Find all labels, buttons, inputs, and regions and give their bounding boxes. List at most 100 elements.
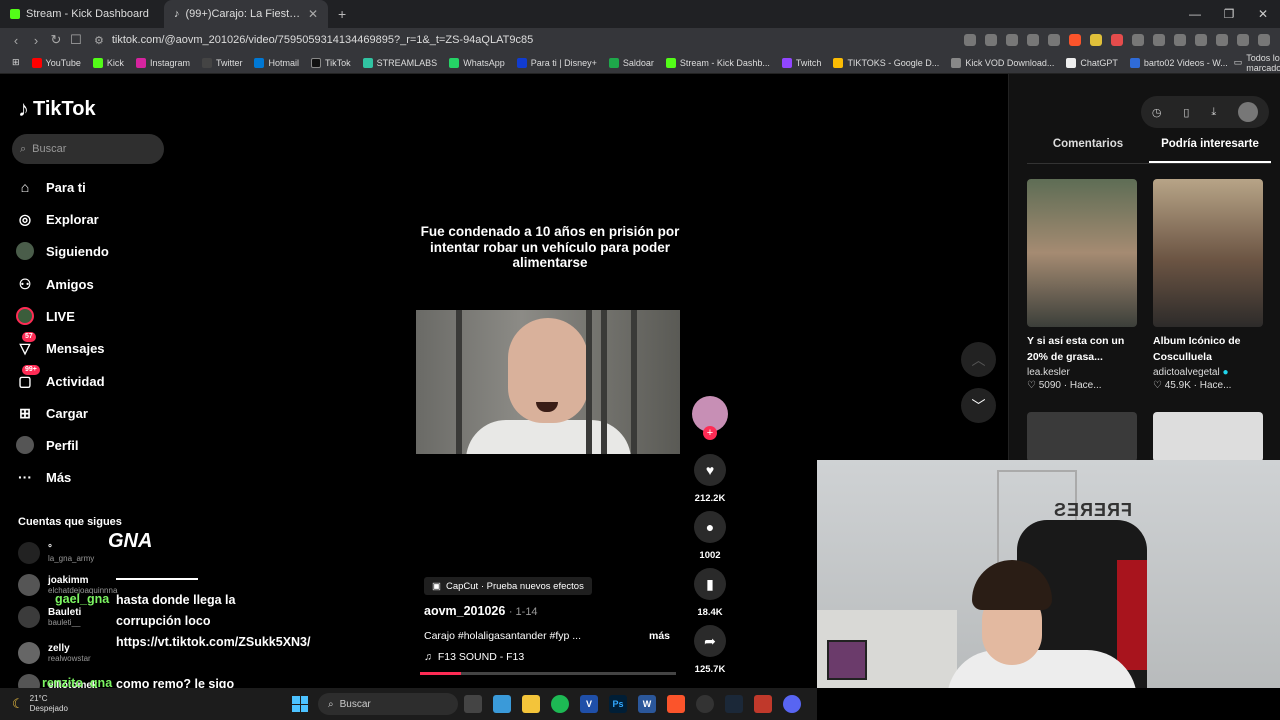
- close-window-button[interactable]: ✕: [1246, 0, 1280, 28]
- nav-mensajes[interactable]: ▽ 57 Mensajes: [16, 332, 105, 357]
- back-button[interactable]: ‹: [6, 33, 26, 48]
- bookmark-icon[interactable]: ☐: [66, 32, 86, 48]
- bookmark-twitter[interactable]: Twitter: [196, 57, 249, 68]
- reload-button[interactable]: ↻: [46, 32, 66, 48]
- caption-more-button[interactable]: más: [649, 630, 670, 642]
- all-bookmarks[interactable]: ▭Todos los marcadores: [1234, 53, 1280, 73]
- browser-tab-kick[interactable]: Stream - Kick Dashboard: [0, 0, 164, 28]
- following-user[interactable]: Bauleti bauleti__: [18, 606, 81, 628]
- tiktok-logo[interactable]: ♪ TikTok: [18, 96, 96, 122]
- device-icon[interactable]: ▯: [1183, 106, 1189, 119]
- extension-icon[interactable]: [1111, 34, 1123, 46]
- notepad-icon[interactable]: [493, 695, 511, 713]
- follow-plus-button[interactable]: +: [703, 426, 717, 440]
- bookmark-kick-vod[interactable]: Kick VOD Download...: [945, 57, 1060, 68]
- browser-tab-tiktok[interactable]: ♪ (99+)Carajo: La Fiesta en La Liga ✕: [164, 0, 328, 28]
- bookmark-twitch[interactable]: Twitch: [776, 57, 828, 68]
- photoshop-icon[interactable]: Ps: [609, 695, 627, 713]
- bookmark-whatsapp[interactable]: WhatsApp: [443, 57, 511, 68]
- weather-widget[interactable]: ☾ 21°C Despejado: [0, 694, 292, 714]
- brave-shield-icon[interactable]: [1069, 34, 1081, 46]
- extension-icon[interactable]: [1153, 34, 1165, 46]
- download-icon[interactable]: ⤓: [1211, 106, 1216, 119]
- following-user[interactable]: zelly realwowstar: [18, 642, 91, 664]
- comment-button[interactable]: ●: [694, 511, 726, 543]
- nav-label: Actividad: [46, 373, 105, 389]
- extension-icon[interactable]: [1048, 34, 1060, 46]
- site-info-icon[interactable]: ⚙: [94, 34, 104, 47]
- bookmark-barto[interactable]: barto02 Videos - W...: [1124, 57, 1234, 68]
- video-sound[interactable]: ♫ F13 SOUND - F13: [424, 651, 524, 663]
- vegas-icon[interactable]: V: [580, 695, 598, 713]
- nav-perfil[interactable]: Perfil: [16, 436, 79, 454]
- music-icon[interactable]: [1174, 34, 1186, 46]
- previous-video-button[interactable]: ︿: [961, 342, 996, 377]
- restore-button[interactable]: ❐: [1212, 0, 1246, 28]
- coins-icon[interactable]: ◷: [1152, 106, 1162, 119]
- bookmark-hotmail[interactable]: Hotmail: [248, 57, 305, 68]
- url-field[interactable]: ⚙ tiktok.com/@aovm_201026/video/75950593…: [94, 34, 929, 47]
- nav-siguiendo[interactable]: Siguiendo: [16, 242, 109, 260]
- spotify-icon[interactable]: [551, 695, 569, 713]
- video-frame[interactable]: [416, 310, 680, 454]
- avatar[interactable]: [1238, 102, 1259, 122]
- bookmark-saldoar[interactable]: Saldoar: [603, 57, 660, 68]
- steam-icon[interactable]: [725, 695, 743, 713]
- capcut-badge[interactable]: ▣ CapCut · Prueba nuevos efectos: [424, 577, 592, 595]
- task-view-icon[interactable]: [464, 695, 482, 713]
- nav-para-ti[interactable]: ⌂ Para ti: [16, 178, 86, 196]
- nav-actividad[interactable]: ▢ 99+ Actividad: [16, 365, 105, 390]
- extension-icon[interactable]: [1090, 34, 1102, 46]
- video-progress-bar[interactable]: [420, 672, 676, 675]
- bookmark-google-drive[interactable]: TIKTOKS - Google D...: [827, 57, 945, 68]
- new-tab-button[interactable]: +: [328, 6, 356, 22]
- brave-icon[interactable]: [667, 695, 685, 713]
- extension-icon[interactable]: [964, 34, 976, 46]
- menu-icon[interactable]: [1258, 34, 1270, 46]
- share-button[interactable]: ➦: [694, 625, 726, 657]
- ai-icon[interactable]: [1216, 34, 1228, 46]
- suggested-video-card[interactable]: Y si así esta con un 20% de grasa... lea…: [1027, 179, 1137, 391]
- close-tab-icon[interactable]: ✕: [308, 7, 318, 21]
- extension-icon[interactable]: [1027, 34, 1039, 46]
- file-explorer-icon[interactable]: [522, 695, 540, 713]
- bookmark-tiktok[interactable]: TikTok: [305, 57, 357, 68]
- tab-podria-interesarte[interactable]: Podría interesarte: [1149, 138, 1271, 163]
- apps-icon[interactable]: ⊞: [6, 57, 26, 68]
- video-thumbnail[interactable]: [1027, 412, 1137, 462]
- suggested-video-card[interactable]: Album Icónico de Cosculluela adictoalveg…: [1153, 179, 1263, 391]
- taskbar-search[interactable]: ⌕ Buscar: [318, 693, 458, 715]
- bookmark-streamlabs[interactable]: STREAMLABS: [357, 57, 444, 68]
- following-user[interactable]: ° la_gna_army: [18, 542, 94, 564]
- search-input[interactable]: ⌕ Buscar: [12, 134, 164, 164]
- minimize-button[interactable]: —: [1178, 0, 1212, 28]
- voicemod-icon[interactable]: [754, 695, 772, 713]
- save-button[interactable]: ▮: [694, 568, 726, 600]
- tab-comentarios[interactable]: Comentarios: [1027, 138, 1149, 163]
- video-thumbnail[interactable]: [1153, 412, 1263, 462]
- extension-icon[interactable]: [985, 34, 997, 46]
- bookmark-kick[interactable]: Kick: [87, 57, 130, 68]
- nav-explorar[interactable]: ◎ Explorar: [16, 210, 99, 228]
- obs-icon[interactable]: [696, 695, 714, 713]
- video-author[interactable]: aovm_201026 · 1-14: [424, 604, 538, 618]
- extension-icon[interactable]: [1006, 34, 1018, 46]
- discord-icon[interactable]: [783, 695, 801, 713]
- nav-amigos[interactable]: ⚇ Amigos: [16, 275, 94, 293]
- nav-mas[interactable]: ··· Más: [16, 468, 71, 486]
- wallet-icon[interactable]: [1195, 34, 1207, 46]
- vpn-icon[interactable]: [1237, 34, 1249, 46]
- word-icon[interactable]: W: [638, 695, 656, 713]
- bookmark-youtube[interactable]: YouTube: [26, 57, 87, 68]
- windows-start-icon[interactable]: [292, 696, 308, 712]
- forward-button[interactable]: ›: [26, 33, 46, 48]
- bookmark-kick-dashboard[interactable]: Stream - Kick Dashb...: [660, 57, 776, 68]
- bookmark-disney[interactable]: Para ti | Disney+: [511, 57, 603, 68]
- extension-icon[interactable]: [1132, 34, 1144, 46]
- next-video-button[interactable]: ﹀: [961, 388, 996, 423]
- bookmark-instagram[interactable]: Instagram: [130, 57, 196, 68]
- bookmark-chatgpt[interactable]: ChatGPT: [1060, 57, 1124, 68]
- nav-cargar[interactable]: ⊞ Cargar: [16, 404, 88, 422]
- nav-live[interactable]: LIVE: [16, 307, 75, 325]
- like-button[interactable]: ♥: [694, 454, 726, 486]
